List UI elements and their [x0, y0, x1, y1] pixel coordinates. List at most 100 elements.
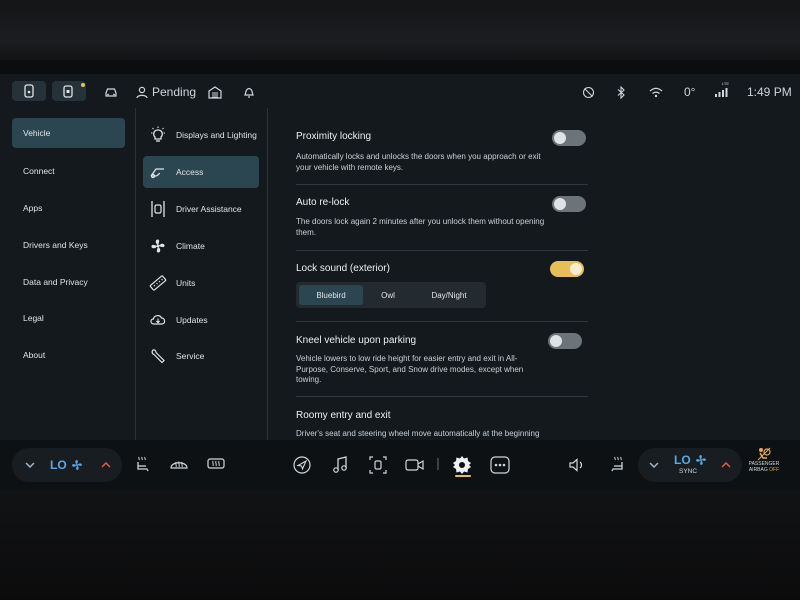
lock-sound-option-day-night[interactable]: Day/Night: [414, 285, 484, 305]
device-button[interactable]: [52, 81, 86, 101]
auto-relock-toggle[interactable]: [552, 196, 586, 212]
airbag-label: PASSENGER AIRBAG OFF: [749, 461, 780, 473]
navigation-arrow-icon: [293, 456, 311, 474]
subnav-item-label: Service: [176, 351, 205, 361]
settings-app-button[interactable]: [451, 454, 473, 476]
more-dots-icon: [490, 456, 510, 474]
seat-heat-icon: [137, 456, 149, 472]
front-defrost-button[interactable]: [168, 454, 190, 474]
passenger-temp-down-button[interactable]: [644, 455, 664, 475]
video-camera-icon: [405, 459, 424, 471]
fan-icon: [151, 239, 165, 253]
camera-view-button[interactable]: [367, 454, 389, 476]
navigation-app-button[interactable]: [292, 455, 312, 475]
subnav-item-displays-and-lighting[interactable]: Displays and Lighting: [143, 119, 259, 151]
passenger-seat-heat-button[interactable]: [606, 453, 628, 475]
sidebar-item-label: Vehicle: [23, 128, 51, 138]
lock-sound-toggle[interactable]: [550, 261, 584, 277]
airbag-off-icon: [757, 447, 771, 461]
kneel-vehicle-toggle[interactable]: [548, 333, 582, 349]
subnav-item-units[interactable]: Units: [143, 267, 259, 299]
sidebar-item-vehicle[interactable]: Vehicle: [12, 118, 125, 148]
subnav-item-access[interactable]: Access: [143, 156, 259, 188]
chevron-up-icon: [101, 462, 111, 468]
car-icon: [105, 88, 117, 97]
driver-profile-button[interactable]: Pending: [136, 84, 196, 100]
subnav-item-climate[interactable]: Climate: [143, 230, 259, 262]
cellular-tech-label: LTE: [722, 81, 730, 86]
signal-bars-icon: [715, 88, 728, 97]
passenger-airbag-indicator: PASSENGER AIRBAG OFF: [748, 447, 780, 473]
section-divider: [296, 250, 588, 251]
active-app-indicator: [455, 475, 471, 477]
sidebar-item-drivers-and-keys[interactable]: Drivers and Keys: [12, 230, 125, 260]
vehicle-status-button[interactable]: [104, 84, 118, 100]
rear-defrost-button[interactable]: [205, 454, 227, 474]
volume-button[interactable]: [567, 455, 587, 475]
driver-temperature[interactable]: LO: [50, 455, 83, 475]
climate-sync-label[interactable]: SYNC: [679, 468, 697, 475]
bluetooth-status: [617, 84, 625, 100]
wrench-icon: [151, 349, 165, 364]
seat-heat-icon: [611, 456, 623, 472]
lock-sound-title: Lock sound (exterior): [296, 263, 390, 274]
subnav-item-label: Access: [176, 167, 204, 177]
dock-divider: [437, 458, 439, 470]
video-app-button[interactable]: [404, 455, 426, 475]
lane-assist-icon: [151, 201, 165, 217]
profile-pending-label: Pending: [152, 85, 197, 99]
lock-sound-option-bluebird[interactable]: Bluebird: [299, 285, 363, 305]
sidebar-item-apps[interactable]: Apps: [12, 193, 125, 223]
subnav-item-updates[interactable]: Updates: [143, 304, 259, 336]
sidebar-item-label: Apps: [23, 203, 43, 213]
sidebar-item-legal[interactable]: Legal: [12, 303, 125, 333]
lightbulb-icon: [151, 126, 165, 142]
roomy-entry-title: Roomy entry and exit: [296, 410, 391, 421]
notification-dot: [81, 83, 85, 87]
proximity-locking-toggle[interactable]: [552, 130, 586, 146]
garage-button[interactable]: [208, 84, 222, 100]
subnav-item-service[interactable]: Service: [143, 340, 259, 372]
passenger-temp-up-button[interactable]: [716, 455, 736, 475]
device-icon: [63, 85, 73, 98]
roomy-entry-description: Driver's seat and steering wheel move au…: [296, 429, 540, 440]
passenger-temp-value: LO: [674, 453, 691, 467]
subnav-item-label: Climate: [176, 241, 205, 251]
location-off-icon: [582, 86, 595, 98]
lock-sound-option-owl[interactable]: Owl: [368, 285, 408, 305]
section-divider: [296, 321, 588, 322]
location-off-status: [582, 84, 595, 100]
cellular-status: LTE: [714, 81, 730, 100]
sidebar-item-data-and-privacy[interactable]: Data and Privacy: [12, 267, 125, 297]
sidebar-item-about[interactable]: About: [12, 340, 125, 370]
clock: 1:49 PM: [747, 85, 792, 99]
garage-icon: [208, 85, 222, 99]
subnav-item-label: Updates: [176, 315, 208, 325]
kneel-vehicle-title: Kneel vehicle upon parking: [296, 335, 417, 346]
chevron-down-icon: [25, 462, 35, 468]
phone-key-button[interactable]: [12, 81, 46, 101]
passenger-temperature[interactable]: LO: [674, 452, 707, 468]
notifications-button[interactable]: [243, 84, 255, 100]
driver-temp-up-button[interactable]: [96, 455, 116, 475]
sidebar-item-label: Connect: [23, 166, 55, 176]
proximity-locking-description: Automatically locks and unlocks the door…: [296, 152, 541, 172]
airbag-label-line2: AIRBAG: [748, 467, 768, 473]
fan-icon: [71, 460, 82, 470]
sidebar-item-connect[interactable]: Connect: [12, 156, 125, 186]
subnav-item-label: Displays and Lighting: [176, 130, 257, 140]
auto-relock-description: The doors lock again 2 minutes after you…: [296, 217, 545, 237]
more-apps-button[interactable]: [489, 454, 511, 476]
driver-temp-down-button[interactable]: [20, 455, 40, 475]
proximity-locking-title: Proximity locking: [296, 131, 372, 142]
media-app-button[interactable]: [330, 454, 350, 476]
outside-temperature: 0°: [684, 85, 696, 99]
section-divider: [296, 396, 588, 397]
subnav-item-driver-assistance[interactable]: Driver Assistance: [143, 193, 259, 225]
bell-icon: [244, 87, 254, 98]
wifi-icon: [649, 87, 663, 97]
rear-defrost-icon: [207, 458, 225, 469]
status-bar: [0, 74, 800, 108]
seat-heat-button[interactable]: [132, 453, 154, 475]
car-door-icon: [150, 168, 164, 179]
